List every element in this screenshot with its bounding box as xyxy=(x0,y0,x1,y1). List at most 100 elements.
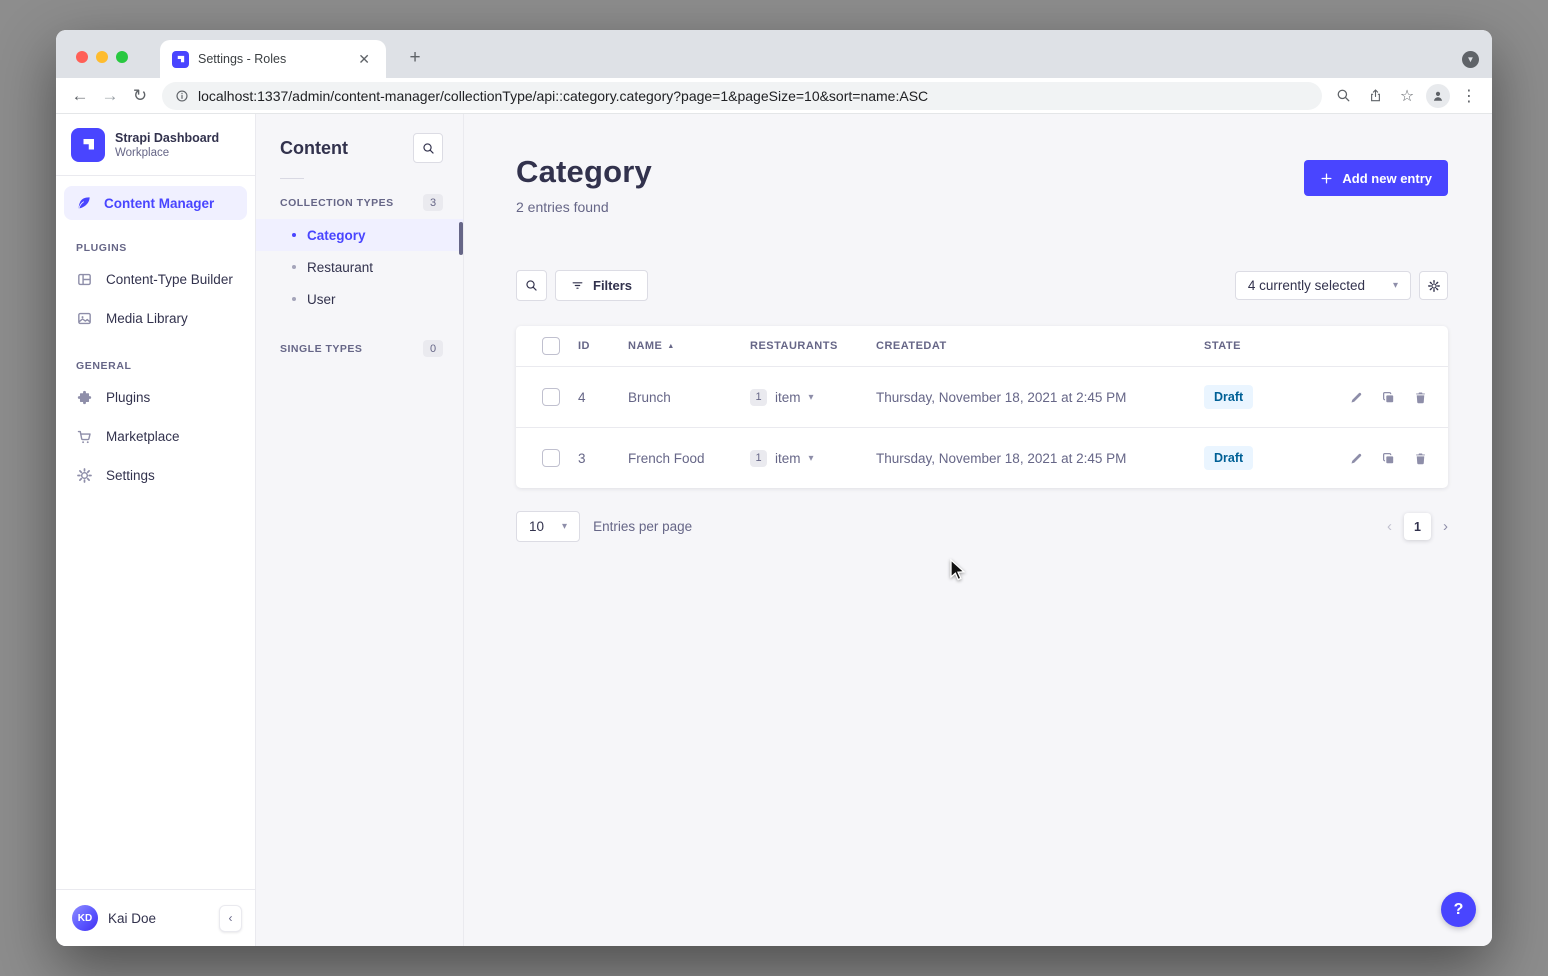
main-sidebar: Strapi Dashboard Workplace Content Manag… xyxy=(56,114,256,946)
table-header-row: ID NAME ▲ RESTAURANTS CREATEDAT STATE xyxy=(516,326,1448,366)
delete-button[interactable] xyxy=(1413,390,1428,405)
single-types-label: SINGLE TYPES xyxy=(280,343,362,355)
sidebar-item-media-library[interactable]: Media Library xyxy=(56,299,255,338)
cell-name: French Food xyxy=(628,451,750,466)
previous-page-icon[interactable]: ‹ xyxy=(1387,518,1392,535)
table-row[interactable]: 3 French Food 1 item ▾ Thursday, Novembe… xyxy=(516,427,1448,488)
subnav-item-label: Restaurant xyxy=(307,260,373,275)
tab-search-button[interactable]: ▼ xyxy=(1462,51,1479,68)
browser-menu-icon[interactable]: ⋮ xyxy=(1456,83,1482,109)
bookmark-star-icon[interactable]: ☆ xyxy=(1394,83,1420,109)
back-icon[interactable]: ← xyxy=(66,82,94,110)
sidebar-item-label: Content Manager xyxy=(104,196,214,211)
columns-select-value: 4 currently selected xyxy=(1248,278,1365,293)
state-badge: Draft xyxy=(1204,385,1253,409)
column-header-state[interactable]: STATE xyxy=(1204,340,1316,352)
collection-types-list: Category Restaurant User xyxy=(256,219,463,315)
row-actions xyxy=(1316,390,1432,405)
workspace-brand[interactable]: Strapi Dashboard Workplace xyxy=(56,114,255,175)
layout-grid-icon xyxy=(76,271,93,288)
page-size-select[interactable]: 10 ▾ xyxy=(516,511,580,542)
sidebar-item-settings[interactable]: Settings xyxy=(56,456,255,495)
row-checkbox[interactable] xyxy=(542,388,560,406)
zoom-window-button[interactable] xyxy=(116,51,128,63)
pen-icon xyxy=(76,195,92,211)
bullet-icon xyxy=(292,265,296,269)
delete-button[interactable] xyxy=(1413,451,1428,466)
page-size-value: 10 xyxy=(529,519,544,534)
single-types-count: 0 xyxy=(423,340,443,357)
forward-icon[interactable]: → xyxy=(96,82,124,110)
tab-title: Settings - Roles xyxy=(198,52,345,66)
column-header-createdat[interactable]: CREATEDAT xyxy=(876,340,1204,352)
puzzle-icon xyxy=(76,389,93,406)
close-window-button[interactable] xyxy=(76,51,88,63)
sidebar-section-plugins: PLUGINS xyxy=(56,242,255,254)
new-tab-button[interactable]: + xyxy=(402,45,428,71)
subnav-scrollbar[interactable] xyxy=(459,222,463,255)
brand-title: Strapi Dashboard xyxy=(115,131,219,145)
column-header-id[interactable]: ID xyxy=(578,340,628,352)
duplicate-button[interactable] xyxy=(1381,390,1396,405)
tab-close-icon[interactable]: ✕ xyxy=(354,50,374,68)
table-settings-button[interactable] xyxy=(1419,271,1448,300)
plus-icon xyxy=(1320,172,1333,185)
address-bar[interactable]: localhost:1337/admin/content-manager/col… xyxy=(162,82,1322,110)
bullet-icon xyxy=(292,297,296,301)
browser-profile-avatar[interactable] xyxy=(1426,84,1450,108)
cell-restaurants[interactable]: 1 item ▾ xyxy=(750,389,876,406)
subnav-title: Content xyxy=(280,138,348,159)
select-all-checkbox[interactable] xyxy=(542,337,560,355)
desktop: Settings - Roles ✕ + ▼ ← → ↻ localhost:1… xyxy=(0,0,1548,976)
sidebar-item-content-type-builder[interactable]: Content-Type Builder xyxy=(56,260,255,299)
sidebar-divider xyxy=(56,175,255,176)
subnav-item-category[interactable]: Category xyxy=(256,219,463,251)
add-new-entry-button[interactable]: Add new entry xyxy=(1304,160,1448,196)
duplicate-button[interactable] xyxy=(1381,451,1396,466)
reload-icon[interactable]: ↻ xyxy=(126,82,154,110)
browser-tabstrip: Settings - Roles ✕ + ▼ xyxy=(56,30,1492,78)
sidebar-section-general: GENERAL xyxy=(56,360,255,372)
sidebar-item-content-manager[interactable]: Content Manager xyxy=(64,186,247,220)
window-controls xyxy=(76,51,128,63)
site-info-icon[interactable] xyxy=(175,89,189,103)
edit-button[interactable] xyxy=(1349,390,1364,405)
row-actions xyxy=(1316,451,1432,466)
subnav-item-user[interactable]: User xyxy=(256,283,463,315)
relation-count-badge: 1 xyxy=(750,450,767,467)
cell-restaurants[interactable]: 1 item ▾ xyxy=(750,450,876,467)
table-row[interactable]: 4 Brunch 1 item ▾ Thursday, November 18,… xyxy=(516,366,1448,427)
zoom-page-icon[interactable] xyxy=(1330,83,1356,109)
sidebar-user: KD Kai Doe ‹ xyxy=(56,889,255,946)
chevron-down-icon: ▾ xyxy=(562,521,567,532)
edit-button[interactable] xyxy=(1349,451,1364,466)
filters-button[interactable]: Filters xyxy=(555,270,648,301)
page-number-button[interactable]: 1 xyxy=(1404,513,1431,540)
collection-types-label: COLLECTION TYPES xyxy=(280,197,394,209)
minimize-window-button[interactable] xyxy=(96,51,108,63)
help-button[interactable]: ? xyxy=(1441,892,1476,927)
column-header-restaurants[interactable]: RESTAURANTS xyxy=(750,340,876,352)
collapse-sidebar-button[interactable]: ‹ xyxy=(219,905,242,932)
browser-tab[interactable]: Settings - Roles ✕ xyxy=(160,40,386,78)
bullet-icon xyxy=(292,233,296,237)
next-page-icon[interactable]: › xyxy=(1443,518,1448,535)
subnav-divider xyxy=(280,178,304,179)
sidebar-item-label: Content-Type Builder xyxy=(106,272,233,287)
entries-per-page-label: Entries per page xyxy=(593,519,692,534)
strapi-favicon-icon xyxy=(172,51,189,68)
sidebar-item-plugins[interactable]: Plugins xyxy=(56,378,255,417)
cell-id: 4 xyxy=(578,390,628,405)
share-icon[interactable] xyxy=(1362,83,1388,109)
sidebar-item-label: Marketplace xyxy=(106,429,180,444)
column-header-name[interactable]: NAME ▲ xyxy=(628,340,750,352)
sidebar-item-marketplace[interactable]: Marketplace xyxy=(56,417,255,456)
table-search-button[interactable] xyxy=(516,270,547,301)
page-title: Category xyxy=(516,154,652,190)
row-checkbox[interactable] xyxy=(542,449,560,467)
subnav-search-button[interactable] xyxy=(413,133,443,163)
subnav-item-restaurant[interactable]: Restaurant xyxy=(256,251,463,283)
url-text: localhost:1337/admin/content-manager/col… xyxy=(198,88,928,104)
user-avatar[interactable]: KD xyxy=(72,905,98,931)
columns-select[interactable]: 4 currently selected ▾ xyxy=(1235,271,1411,300)
